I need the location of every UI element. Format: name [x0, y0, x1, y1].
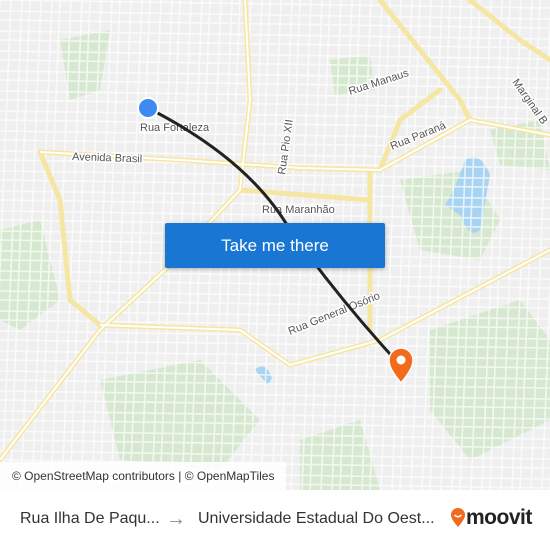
moovit-logo[interactable]: moovit: [450, 506, 532, 530]
take-me-there-button[interactable]: Take me there: [165, 223, 385, 268]
moovit-pin-icon: [451, 508, 465, 527]
origin-marker[interactable]: [137, 97, 159, 119]
moovit-wordmark: moovit: [466, 506, 532, 529]
street-label: Avenida Brasil: [72, 151, 143, 165]
map[interactable]: Rua Fortaleza Avenida Brasil Rua Pio XII…: [0, 0, 550, 490]
footer: Rua Ilha De Paqu... → Universidade Estad…: [0, 490, 550, 550]
destination-dot-icon: [396, 355, 406, 365]
arrow-right-icon: →: [166, 508, 186, 530]
map-attribution[interactable]: © OpenStreetMap contributors | © OpenMap…: [0, 462, 287, 490]
origin-name: Rua Ilha De Paqu...: [20, 510, 160, 527]
destination-name: Universidade Estadual Do Oest...: [198, 510, 435, 527]
